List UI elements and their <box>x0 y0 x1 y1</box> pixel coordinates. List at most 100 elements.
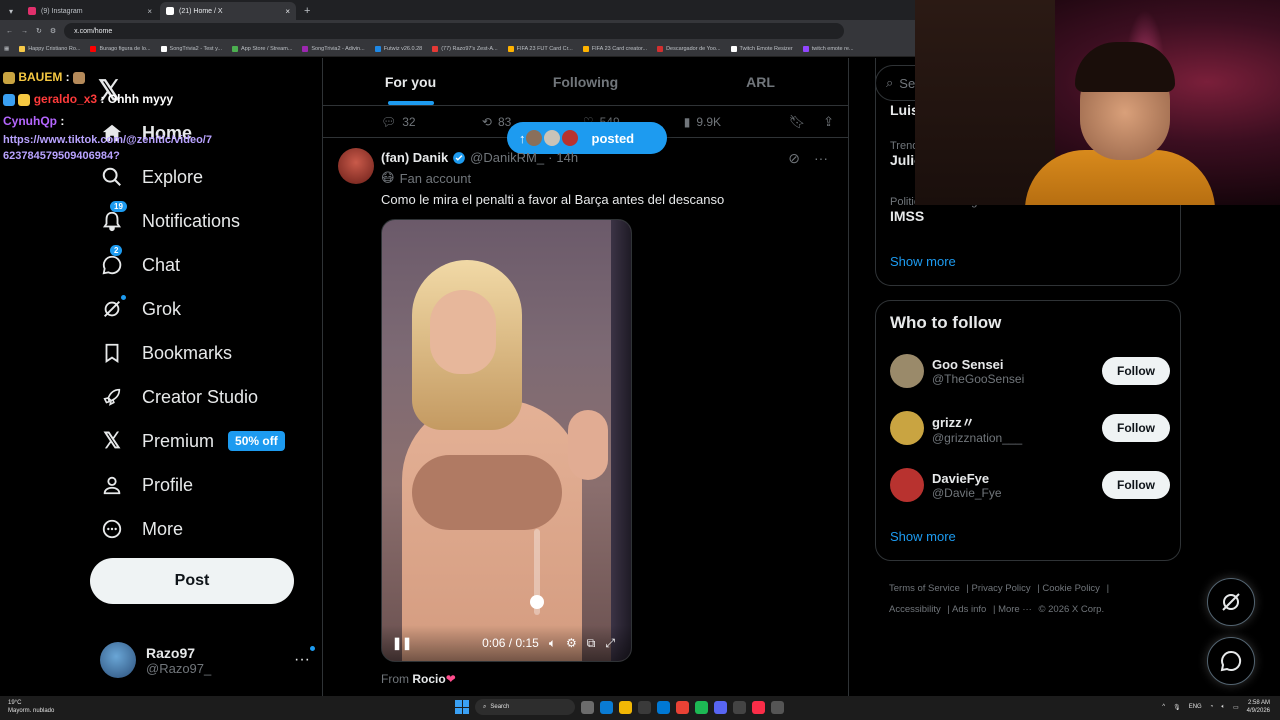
show-more-link[interactable]: Show more <box>890 254 956 269</box>
source-name[interactable]: Rocio <box>412 672 445 686</box>
close-icon[interactable]: × <box>285 7 290 16</box>
back-icon[interactable]: ← <box>6 28 13 35</box>
nav-creator-studio[interactable]: Creator Studio <box>100 375 258 419</box>
bookmark-item[interactable]: (77) Razo97's Zest-A... <box>432 46 498 52</box>
volume-icon[interactable]: 🔈︎ <box>549 636 556 651</box>
edge-icon[interactable] <box>600 700 613 714</box>
obs-icon[interactable] <box>733 700 746 714</box>
tab-search-icon[interactable]: ▾ <box>4 4 18 18</box>
footer-link[interactable]: Ads info <box>952 604 986 615</box>
avatar[interactable] <box>890 468 924 502</box>
nav-notifications[interactable]: 19 Notifications <box>100 199 240 243</box>
app-icon[interactable] <box>771 700 784 714</box>
author-handle[interactable]: @DanikRM_ <box>470 150 544 165</box>
forward-icon[interactable]: → <box>21 28 28 35</box>
nav-premium[interactable]: 𝕏 Premium 50% off <box>100 419 285 463</box>
grok-fab-button[interactable] <box>1207 578 1255 626</box>
tab-following[interactable]: Following <box>498 58 673 105</box>
grok-icon[interactable]: ⊘ <box>788 150 800 167</box>
footer-link[interactable]: Terms of Service <box>889 583 960 594</box>
wifi-icon[interactable]: ◔ <box>1210 704 1214 710</box>
volume-icon[interactable]: 🔈︎ <box>1221 704 1225 711</box>
nav-bookmarks[interactable]: Bookmarks <box>100 331 232 375</box>
follow-suggestion[interactable]: DavieFye @Davie_Fye Follow <box>890 465 1170 505</box>
chevron-up-icon[interactable]: ^ <box>1162 704 1165 710</box>
taskbar-search[interactable]: ⌕ Search <box>475 699 575 715</box>
tab-title: (9) Instagram <box>41 7 83 15</box>
bookmark-item[interactable]: Futwiz v26.0.28 <box>374 46 422 52</box>
tab-for-you[interactable]: For you <box>323 58 498 105</box>
footer-link[interactable]: More ··· <box>998 604 1032 615</box>
reply-button[interactable]: 💬︎ 32 <box>381 115 482 129</box>
video-player[interactable]: ❚❚ 0:06 / 0:15 🔈︎ ⚙ ⧉ ⤢ <box>381 219 632 662</box>
more-icon[interactable]: ··· <box>814 150 828 167</box>
tab-arl[interactable]: ARL <box>673 58 848 105</box>
volume-slider[interactable] <box>530 529 544 615</box>
bookmark-item[interactable]: SongTrivia2 - Test y... <box>160 46 222 52</box>
battery-icon[interactable]: ▭ <box>1233 704 1239 711</box>
post-button[interactable]: Post <box>90 558 294 604</box>
more-icon[interactable]: ··· <box>294 645 316 669</box>
nav-more[interactable]: More <box>100 507 183 551</box>
timestamp[interactable]: 14h <box>556 150 578 165</box>
author-name[interactable]: (fan) Danik <box>381 150 448 165</box>
chat-fab-button[interactable] <box>1207 637 1255 685</box>
clock[interactable]: 2:58 AM 4/9/2026 <box>1247 699 1270 715</box>
bookmark-item[interactable]: App Store / Stream... <box>232 46 292 52</box>
fullscreen-icon[interactable]: ⤢ <box>605 636 615 651</box>
site-info-icon[interactable]: ⚙ <box>50 27 56 35</box>
discord-icon[interactable] <box>714 700 727 714</box>
url-field[interactable]: x.com/home <box>64 23 845 39</box>
bell-icon: 19 <box>100 201 127 233</box>
language-indicator[interactable]: ENG <box>1189 704 1202 710</box>
bookmark-icon[interactable]: 🔖︎ <box>789 114 806 130</box>
close-icon[interactable]: × <box>147 7 152 16</box>
reload-icon[interactable]: ↻ <box>36 27 42 35</box>
nav-profile[interactable]: Profile <box>100 463 193 507</box>
share-icon[interactable]: ⇪ <box>823 114 834 130</box>
mail-icon[interactable] <box>657 700 670 714</box>
show-more-link[interactable]: Show more <box>890 529 956 544</box>
account-switcher[interactable]: Razo97 @Razo97_ ··· <box>100 640 316 680</box>
weather-widget[interactable]: 19°C Mayorm. nublado <box>8 699 54 715</box>
avatar[interactable] <box>890 411 924 445</box>
settings-icon[interactable]: ⚙ <box>566 636 577 650</box>
footer-link[interactable]: Cookie Policy <box>1042 583 1100 594</box>
chat-message: BAUEM : <box>3 66 213 88</box>
windows-start-icon[interactable] <box>455 700 469 714</box>
chat-link[interactable]: https://www.tiktok.com/@zenitic/video/76… <box>3 132 213 164</box>
folder-icon[interactable] <box>619 700 632 714</box>
mic-icon[interactable]: 🎙︎ <box>1173 704 1181 711</box>
bookmark-item[interactable]: twitch emote re... <box>802 46 854 52</box>
views-button[interactable]: ▮ 9.9K <box>684 115 789 129</box>
pip-icon[interactable]: ⧉ <box>587 636 596 651</box>
browser-tab-x[interactable]: (21) Home / X × <box>160 2 296 20</box>
nav-chat[interactable]: 2 Chat <box>100 243 180 287</box>
bookmark-item[interactable]: Twitch Emote Resizer <box>730 46 793 52</box>
spotify-icon[interactable] <box>695 700 708 714</box>
music-icon[interactable] <box>752 700 765 714</box>
avatar[interactable] <box>338 148 374 184</box>
browser-tab-instagram[interactable]: (9) Instagram × <box>22 2 158 20</box>
footer-link[interactable]: Accessibility <box>889 604 941 615</box>
bookmark-item[interactable]: SongTrivia2 - Adivin... <box>302 46 365 52</box>
pause-icon[interactable]: ❚❚ <box>392 636 412 650</box>
follow-button[interactable]: Follow <box>1102 471 1170 499</box>
follow-suggestion[interactable]: Goo Sensei @TheGooSensei Follow <box>890 351 1170 391</box>
follow-suggestion[interactable]: grizz〃 @grizznation___ Follow <box>890 408 1170 448</box>
avatar[interactable] <box>890 354 924 388</box>
nav-grok[interactable]: Grok <box>100 287 181 331</box>
store-icon[interactable] <box>638 700 651 714</box>
follow-button[interactable]: Follow <box>1102 357 1170 385</box>
chrome-icon[interactable] <box>676 700 689 714</box>
bookmark-item[interactable]: Happy Cristiano Ro... <box>19 46 80 52</box>
bookmark-item[interactable]: Burago figura de lo... <box>90 46 151 52</box>
apps-icon[interactable]: ▦ <box>4 46 9 52</box>
bookmark-item[interactable]: FIFA 23 Card creator... <box>582 46 647 52</box>
bookmark-item[interactable]: FIFA 23 FUT Card Cr... <box>507 46 573 52</box>
follow-button[interactable]: Follow <box>1102 414 1170 442</box>
bookmark-item[interactable]: Descargador de Yoo... <box>657 46 721 52</box>
task-view-icon[interactable] <box>581 700 594 714</box>
new-tab-button[interactable]: + <box>298 5 316 20</box>
footer-link[interactable]: Privacy Policy <box>972 583 1031 594</box>
